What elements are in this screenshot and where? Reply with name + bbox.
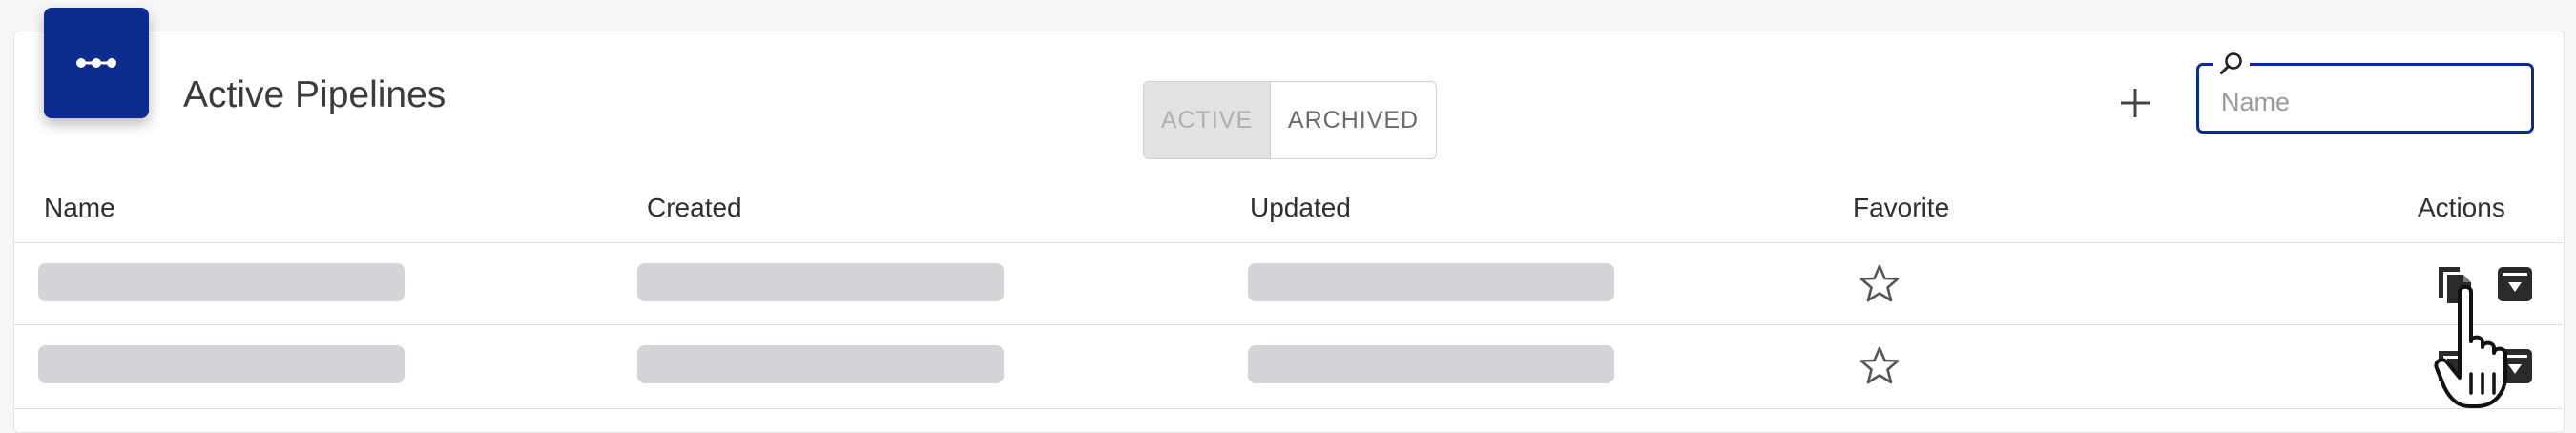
favorite-star-icon[interactable] bbox=[1859, 263, 1901, 305]
page-title: Active Pipelines bbox=[183, 74, 447, 115]
header-divider bbox=[13, 242, 2563, 243]
column-header-updated[interactable]: Updated bbox=[1250, 193, 1351, 223]
search-icon bbox=[2220, 52, 2242, 74]
search-input[interactable] bbox=[2219, 82, 2509, 122]
toggle-archived-button[interactable]: ARCHIVED bbox=[1271, 82, 1436, 158]
toggle-active-button[interactable]: ACTIVE bbox=[1144, 82, 1271, 158]
row-divider bbox=[13, 408, 2563, 409]
column-header-name[interactable]: Name bbox=[44, 193, 115, 223]
column-header-favorite: Favorite bbox=[1853, 193, 1950, 222]
status-toggle: ACTIVE ARCHIVED bbox=[1143, 81, 1437, 159]
created-skeleton bbox=[637, 263, 1004, 301]
search-legend bbox=[2213, 50, 2250, 78]
favorite-star-icon[interactable] bbox=[1859, 345, 1901, 387]
column-header-created[interactable]: Created bbox=[647, 193, 742, 223]
hand-pointer-cursor bbox=[2434, 284, 2507, 408]
name-skeleton bbox=[38, 345, 405, 383]
add-pipeline-button[interactable] bbox=[2109, 76, 2162, 130]
plus-icon bbox=[2121, 89, 2150, 117]
row-divider bbox=[13, 324, 2563, 325]
pipeline-icon bbox=[44, 8, 149, 118]
column-header-actions: Actions bbox=[2418, 193, 2505, 222]
updated-skeleton bbox=[1248, 345, 1614, 383]
updated-skeleton bbox=[1248, 263, 1614, 301]
created-skeleton bbox=[637, 345, 1004, 383]
name-skeleton bbox=[38, 263, 405, 301]
